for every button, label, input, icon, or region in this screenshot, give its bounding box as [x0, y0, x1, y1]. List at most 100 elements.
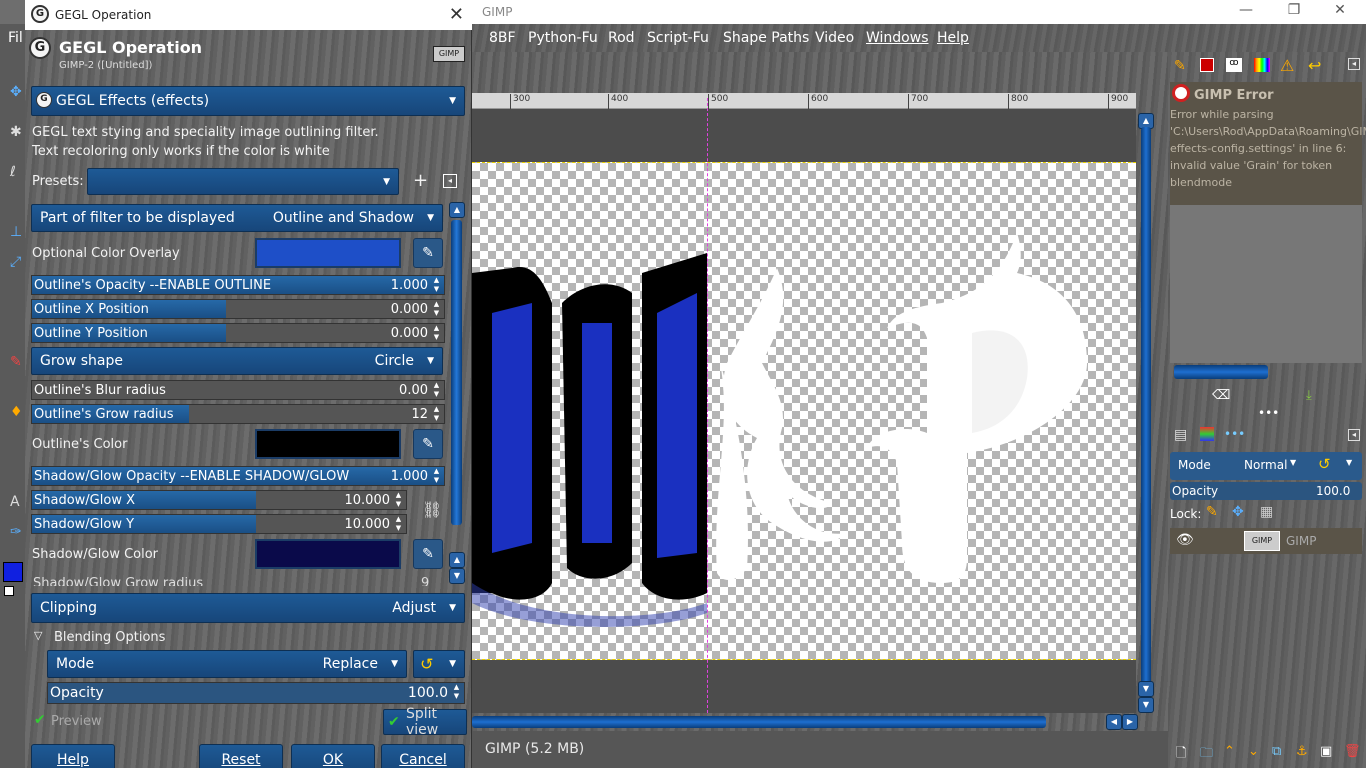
presets-dropdown[interactable]: ▼ — [87, 168, 399, 195]
maximize-button[interactable]: ❐ — [1274, 2, 1314, 22]
undo-scrollbar[interactable] — [1174, 365, 1268, 379]
checkmark-icon[interactable]: ✔ — [34, 712, 46, 728]
shadow-color-swatch[interactable] — [255, 539, 401, 569]
spin-arrows-icon[interactable]: ▲ ▼ — [430, 324, 443, 342]
dialog-close-icon[interactable]: ✕ — [449, 4, 464, 25]
scrollbar-thumb[interactable] — [472, 716, 1046, 728]
scroll-down-arrow-icon[interactable]: ▼ — [1138, 697, 1154, 713]
scrollbar-thumb[interactable] — [451, 220, 462, 525]
minimize-button[interactable]: — — [1226, 2, 1266, 22]
duplicate-layer-icon[interactable]: ⧉ — [1272, 744, 1281, 759]
canvas-vertical-scrollbar[interactable]: ▲ ▼ ▼ — [1137, 113, 1155, 713]
outline-x-slider[interactable]: Outline X Position 0.000 ▲ ▼ — [31, 299, 445, 319]
dock-menu-icon[interactable]: ◂ — [1348, 58, 1360, 70]
delete-layer-icon[interactable]: 🗑 — [1344, 744, 1361, 759]
spin-arrows-icon[interactable]: ▲ ▼ — [430, 467, 443, 485]
properties-scrollbar[interactable]: ▲ ▲ ▼ — [448, 202, 466, 587]
new-group-icon[interactable]: 🗀 — [1200, 744, 1213, 766]
outline-grow-slider[interactable]: Outline's Grow radius 12 ▲ ▼ — [31, 404, 445, 424]
layer-row[interactable]: 👁 GIMP GIMP — [1170, 528, 1362, 554]
shadow-x-slider[interactable]: Shadow/Glow X 10.000 ▲ ▼ — [31, 490, 407, 510]
menu-script-fu[interactable]: Script-Fu — [647, 30, 709, 46]
reset-blend-mode-button[interactable]: ↺ ▼ — [413, 650, 465, 678]
preview-label[interactable]: Preview — [51, 714, 102, 729]
layers-tab-icon[interactable]: ▤ — [1174, 427, 1187, 443]
reset-mode-icon[interactable]: ↺ — [1318, 455, 1331, 473]
lock-position-icon[interactable]: ✥ — [1232, 504, 1244, 520]
scroll-down-arrow-icon[interactable]: ▼ — [1138, 681, 1154, 697]
color-picker-icon[interactable]: ✎ — [413, 238, 443, 268]
operation-dropdown[interactable]: G GEGL Effects (effects) ▼ — [31, 86, 465, 116]
layer-opacity-slider[interactable]: Opacity 100.0 — [1170, 482, 1362, 500]
spin-arrows-icon[interactable]: ▲ ▼ — [450, 683, 463, 701]
menu-help[interactable]: Help — [937, 30, 969, 46]
part-to-display-dropdown[interactable]: Part of filter to be displayed Outline a… — [31, 204, 443, 232]
horizontal-ruler[interactable]: 300 400 500 600 700 800 900 — [472, 93, 1136, 109]
spin-arrows-icon[interactable]: ▲ ▼ — [392, 491, 405, 509]
tool-icon[interactable]: ⤢ — [10, 254, 21, 270]
shadow-opacity-slider[interactable]: Shadow/Glow Opacity --ENABLE SHADOW/GLOW… — [31, 466, 445, 486]
tool-icon[interactable]: ⊥ — [10, 224, 22, 240]
lock-pixels-icon[interactable]: ✎ — [1206, 504, 1218, 520]
spin-arrows-icon[interactable]: ▲ ▼ — [392, 515, 405, 533]
eye-visibility-icon[interactable]: 👁 — [1176, 532, 1194, 548]
channels-tab-icon[interactable] — [1200, 427, 1214, 441]
ok-button[interactable]: OK — [291, 744, 375, 768]
add-preset-icon[interactable]: + — [413, 170, 428, 191]
spin-arrows-icon[interactable]: ▲ ▼ — [430, 381, 443, 399]
grow-shape-dropdown[interactable]: Grow shape Circle ▼ — [31, 347, 443, 375]
presets-menu-icon[interactable]: ◂ — [443, 174, 457, 188]
blend-mode-dropdown[interactable]: Mode Replace ▼ — [47, 650, 407, 678]
outline-color-swatch[interactable] — [255, 429, 401, 459]
brush-tab-icon[interactable]: ✎ — [1174, 58, 1186, 74]
tool-icon[interactable]: A — [10, 494, 20, 510]
toolbox-menu-fil[interactable]: Fil — [8, 30, 23, 46]
lower-layer-icon[interactable]: ⌄ — [1248, 744, 1259, 759]
close-window-button[interactable]: ✕ — [1320, 2, 1360, 22]
split-view-guide[interactable] — [707, 98, 708, 713]
bg-color-swatch[interactable] — [4, 586, 14, 596]
warning-tab-icon[interactable]: ⚠ — [1280, 56, 1294, 75]
tool-icon[interactable]: ✑ — [10, 524, 22, 540]
help-button[interactable]: Help — [31, 744, 115, 768]
tool-icon[interactable]: ℓ — [10, 164, 16, 180]
tool-icon[interactable]: ✎ — [10, 354, 22, 370]
chain-link-icon[interactable]: ⛓ — [422, 500, 442, 519]
reset-button[interactable]: Reset — [199, 744, 283, 768]
optional-color-swatch[interactable] — [255, 238, 401, 268]
grip-icon[interactable]: ••• — [1258, 406, 1279, 420]
outline-opacity-slider[interactable]: Outline's Opacity --ENABLE OUTLINE 1.000… — [31, 275, 445, 295]
menu-video[interactable]: Video — [815, 30, 854, 46]
tool-icon[interactable]: ✱ — [10, 124, 22, 140]
spin-arrows-icon[interactable]: ▲ ▼ — [430, 300, 443, 318]
clear-history-icon[interactable]: ⌫ — [1212, 388, 1230, 403]
scroll-left-arrow-icon[interactable]: ◀ — [1106, 714, 1122, 730]
clipping-dropdown[interactable]: Clipping Adjust ▼ — [31, 593, 465, 623]
scroll-up-arrow-icon[interactable]: ▲ — [449, 202, 465, 218]
shadow-y-slider[interactable]: Shadow/Glow Y 10.000 ▲ ▼ — [31, 514, 407, 534]
color-picker-icon[interactable]: ✎ — [413, 429, 443, 459]
paths-tab-icon[interactable]: ••• — [1224, 427, 1245, 441]
tool-icon[interactable]: ♦ — [10, 404, 23, 420]
mask-icon[interactable]: ▣ — [1320, 744, 1332, 759]
pattern-tab-icon[interactable] — [1200, 58, 1214, 72]
layers-menu-icon[interactable]: ◂ — [1348, 429, 1360, 441]
scroll-down-arrow-icon[interactable]: ▼ — [449, 568, 465, 584]
outline-y-slider[interactable]: Outline Y Position 0.000 ▲ ▼ — [31, 323, 445, 343]
scrollbar-thumb[interactable] — [1141, 127, 1151, 693]
palette-tab-icon[interactable] — [1254, 58, 1270, 72]
menu-rod[interactable]: Rod — [608, 30, 635, 46]
layer-name[interactable]: GIMP — [1286, 534, 1316, 548]
scroll-right-arrow-icon[interactable]: ▶ — [1122, 714, 1138, 730]
new-layer-icon[interactable]: 🗋 — [1176, 744, 1186, 766]
cancel-button[interactable]: Cancel — [381, 744, 465, 768]
spin-arrows-icon[interactable]: ▲ ▼ — [430, 276, 443, 294]
layer-mode-dropdown[interactable]: Mode Normal ▼ ↺ ▼ — [1170, 452, 1362, 480]
import-icon[interactable]: ⤓ — [1306, 388, 1312, 403]
menu-shape-paths[interactable]: Shape Paths — [723, 30, 809, 46]
scroll-down-arrow-icon[interactable]: ▲ — [449, 552, 465, 568]
spin-arrows-icon[interactable]: ▲ ▼ — [430, 405, 443, 423]
color-picker-icon[interactable]: ✎ — [413, 539, 443, 569]
menu-8bf[interactable]: 8BF — [489, 30, 516, 46]
raise-layer-icon[interactable]: ⌃ — [1224, 744, 1235, 759]
